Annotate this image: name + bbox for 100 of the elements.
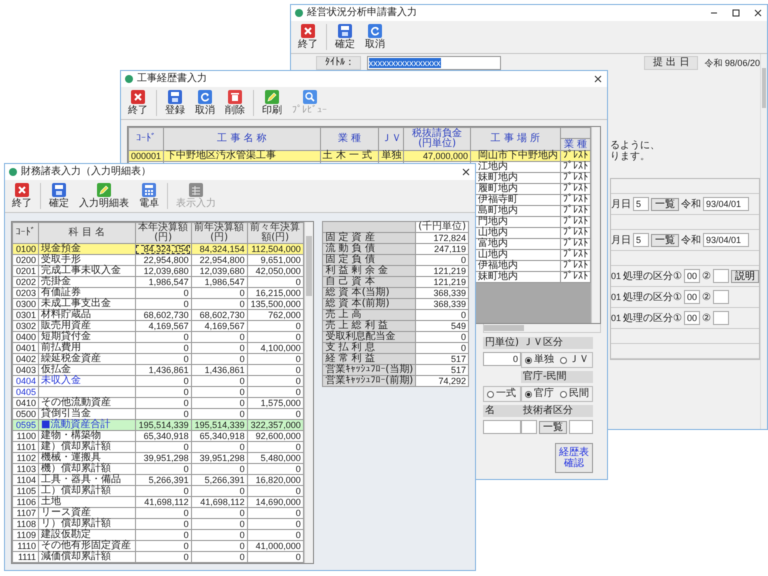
amount-field[interactable]: 0 [483,352,521,366]
table-row[interactable]: 0403 仮払金 1,436,861 1,436,861 0 [12,364,304,376]
field-label: ② [702,312,711,324]
input-field[interactable]: 5 [633,197,649,211]
close-icon[interactable] [753,8,763,18]
input-field[interactable]: 00 [684,269,700,283]
row-label: 流 動 負 債 [322,244,416,254]
table-row[interactable]: 0400 短期貸付金 0 0 0 [12,332,304,342]
note-text: ります。 [610,151,651,162]
table-row[interactable]: 1109 建設仮勘定 0 0 0 [12,530,304,540]
table-row[interactable]: 0404 未収入金 0 0 0 [12,376,304,386]
table-row[interactable]: 0405 0 0 0 [12,386,304,398]
floppy-icon [52,183,66,197]
toolbar-button[interactable]: 印刷 [257,88,287,118]
table-row[interactable]: 0200 受取手形 22,954,800 22,954,800 9,651,000 [12,254,304,266]
table-row[interactable]: 1110 その他有形固定資産 0 0 41,000,000 [12,540,304,552]
row-label: 固 定 資 産 [322,232,416,244]
input-field[interactable]: 5 [633,233,649,247]
table-row[interactable]: 1100 建物・構築物 65,340,918 65,340,918 92,600,000 [12,430,304,442]
close-icon[interactable] [593,74,603,84]
toolbar-button[interactable]: 終了 [293,22,323,52]
table-cell: リ）償却累計額 [38,518,136,530]
row-label: 受取利息配当金 [322,332,416,342]
input-field[interactable] [712,269,729,283]
table-row[interactable]: 1111 減価償却累計額 0 0 0 [12,552,304,562]
maximize-icon[interactable] [731,8,741,18]
toolbar-button[interactable]: 入力明細表 [74,181,134,211]
table-row[interactable]: 1107 リース資産 0 0 0 [12,508,304,518]
input-field[interactable] [483,420,521,434]
toolbar-button[interactable]: 取消 [360,22,390,52]
input-field[interactable]: 00 [684,290,700,304]
radio-button[interactable]: 官庁 [525,388,554,400]
table-row[interactable]: 1102 機械・運搬具 39,951,298 39,951,298 5,480,000 [12,452,304,464]
table-row[interactable]: 0301 材料貯蔵品 68,602,730 68,602,730 762,000 [12,310,304,320]
x-mark-icon [131,90,145,104]
table-cell: 完成工事未収入金 [38,266,136,276]
toolbar-button[interactable]: 確定 [44,181,74,211]
table-row[interactable]: 0201 完成工事未収入金 12,039,680 12,039,680 42,050,000 [12,266,304,276]
radio-button[interactable]: 単独 [525,354,554,366]
app-icon [125,75,133,83]
list-button[interactable]: 一覧 [651,234,679,246]
radio-button[interactable]: 民間 [560,388,589,400]
toolbar-button[interactable]: 取消 [190,88,220,118]
scrollbar[interactable] [760,54,767,429]
field-label: ② [702,292,711,302]
toolbar-button[interactable]: 確定 [330,22,360,52]
table-cell: 未成工事支出金 [38,298,136,310]
pencil-icon [97,183,111,197]
table-row[interactable]: 0410 その他流動資産 0 0 1,575,000 [12,398,304,408]
list-button[interactable]: 一覧 [539,420,567,434]
table-row[interactable]: 0300 未成工事支出金 0 0 135,500,000 [12,298,304,310]
toolbar-button[interactable]: 終了 [123,88,153,118]
table-row[interactable]: 0402 繰延税金資産 0 0 0 [12,354,304,364]
table-row[interactable]: 0500 貸倒引当金 0 0 0 [12,408,304,420]
row-label: 経 常 利 益 [322,354,416,364]
input-field[interactable]: 00 [684,311,700,325]
table-row[interactable]: 0203 有価証券 0 0 16,215,000 [12,288,304,298]
table-row[interactable]: 1108 リ）償却累計額 0 0 0 [12,518,304,530]
table-row[interactable]: 0100 現金預金 84,324,154 84,324,154 112,504,000 [12,244,304,254]
input-field[interactable] [712,290,729,304]
table-row[interactable]: 0595 ■流動資産合計 195,514,339 195,514,339 322,357,000 [12,420,304,430]
table-cell: 0201 [12,266,38,276]
table-cell: 販売用資産 [38,320,136,332]
table-row[interactable]: 1105 工）償却累計額 0 0 0 [12,486,304,496]
toolbar-button[interactable]: 削除 [220,88,250,118]
table-cell: 土 木 一 式 [320,150,379,162]
table-cell: 0401 [12,342,38,354]
table-cell: 受取手形 [38,254,136,266]
column-header: 本年決算額(円) [135,222,192,244]
table-cell: 0202 [12,276,38,288]
input-field[interactable] [569,420,593,434]
field-label: 名 [483,405,521,417]
scrollbar[interactable] [591,127,600,323]
table-row[interactable]: 1104 工具・器具・備品 5,266,391 5,266,391 16,820,000 [12,474,304,486]
table-row[interactable]: 0302 販売用資産 4,169,567 4,169,567 0 [12,320,304,332]
table-cell: 0301 [12,310,38,320]
input-field[interactable] [521,420,537,434]
list-button[interactable]: 一覧 [651,198,679,210]
table-cell: 建物・構築物 [38,430,136,442]
title-field[interactable]: xxxxxxxxxxxxxxxx [366,56,501,70]
app-icon [295,9,303,17]
date-field[interactable]: 93/04/01 [703,197,749,211]
toolbar-button[interactable]: 終了 [7,181,37,211]
scrollbar[interactable] [304,222,314,563]
date-field[interactable]: 93/04/01 [703,233,749,247]
table-cell: 0403 [12,364,38,376]
input-field[interactable] [712,311,729,325]
radio-button[interactable]: ＪＶ [560,354,589,366]
close-icon[interactable] [461,167,471,177]
toolbar-button[interactable]: 電卓 [134,181,164,211]
scrollbar[interactable] [483,324,601,333]
table-row[interactable]: 0202 売掛金 1,986,547 1,986,547 0 [12,276,304,288]
table-cell: 単独 [378,150,404,162]
table-row[interactable]: 1106 土地 41,698,112 41,698,112 14,690,000 [12,496,304,508]
toolbar-button[interactable]: 登録 [160,88,190,118]
explain-button[interactable]: 説明 [730,270,759,282]
confirm-button[interactable]: 経歴表確認 [555,443,593,473]
table-row[interactable]: 1101 建）償却累計額 0 0 0 [12,442,304,452]
table-row[interactable]: 1103 機）償却累計額 0 0 0 [12,464,304,474]
table-row[interactable]: 0401 前払費用 0 0 4,100,000 [12,342,304,354]
